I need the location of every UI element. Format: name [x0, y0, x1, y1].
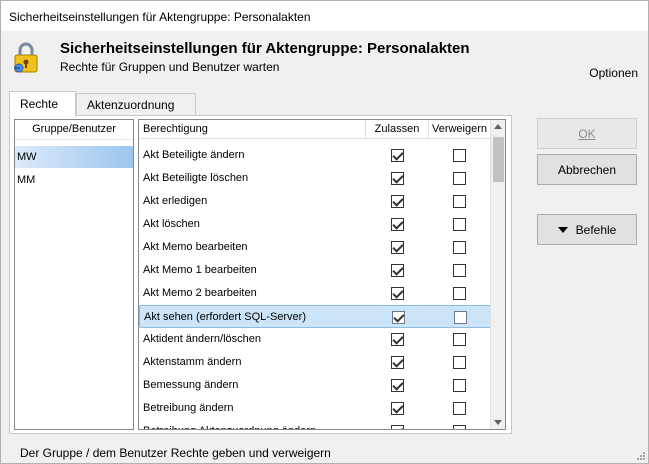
- header-title: Sicherheitseinstellungen für Aktengruppe…: [60, 40, 470, 57]
- title-bar: Sicherheitseinstellungen für Aktengruppe…: [1, 1, 648, 32]
- allow-checkbox[interactable]: [391, 333, 404, 346]
- deny-checkbox[interactable]: [453, 195, 466, 208]
- scroll-down-arrow-icon[interactable]: [494, 420, 502, 425]
- permission-label: Betreibung ändern: [143, 402, 234, 414]
- dropdown-triangle-icon: [557, 226, 568, 233]
- status-bar: Der Gruppe / dem Benutzer Rechte geben u…: [1, 441, 648, 463]
- deny-checkbox[interactable]: [453, 264, 466, 277]
- permission-label: Betreibung Aktenzuordnung ändern: [143, 425, 316, 429]
- permission-label: Akt Beteiligte ändern: [143, 149, 245, 161]
- allow-checkbox[interactable]: [391, 218, 404, 231]
- table-row[interactable]: Akt Memo bearbeiten: [139, 236, 491, 259]
- permission-label: Aktident ändern/löschen: [143, 333, 262, 345]
- deny-checkbox[interactable]: [453, 149, 466, 162]
- deny-checkbox[interactable]: [453, 402, 466, 415]
- deny-checkbox[interactable]: [453, 218, 466, 231]
- permission-label: Akt erledigen: [143, 195, 208, 207]
- column-header-zulassen[interactable]: Zulassen: [366, 120, 429, 139]
- commands-button-label: Befehle: [575, 223, 617, 237]
- group-user-list: Gruppe/Benutzer MW MM: [14, 119, 134, 430]
- table-row[interactable]: Akt Beteiligte ändern: [139, 144, 491, 167]
- allow-checkbox[interactable]: [391, 241, 404, 254]
- allow-checkbox[interactable]: [391, 402, 404, 415]
- deny-checkbox[interactable]: [453, 379, 466, 392]
- deny-checkbox[interactable]: [453, 172, 466, 185]
- table-row[interactable]: Akt sehen (erfordert SQL-Server): [139, 305, 491, 328]
- scroll-up-arrow-icon[interactable]: [494, 124, 502, 129]
- permission-label: Akt löschen: [143, 218, 200, 230]
- column-header-berechtigung[interactable]: Berechtigung: [139, 120, 366, 139]
- vertical-scrollbar[interactable]: [490, 120, 505, 429]
- allow-checkbox[interactable]: [391, 264, 404, 277]
- deny-checkbox[interactable]: [453, 287, 466, 300]
- window-title: Sicherheitseinstellungen für Aktengruppe…: [9, 10, 311, 24]
- scroll-thumb[interactable]: [493, 137, 504, 182]
- resize-grip-icon[interactable]: [635, 450, 645, 460]
- table-row[interactable]: Akt erledigen: [139, 190, 491, 213]
- allow-checkbox[interactable]: [392, 311, 405, 324]
- commands-button[interactable]: Befehle: [537, 214, 637, 245]
- permission-label: Akt sehen (erfordert SQL-Server): [144, 311, 307, 323]
- permission-label: Akt Beteiligte löschen: [143, 172, 249, 184]
- table-row[interactable]: Bemessung ändern: [139, 374, 491, 397]
- list-item-group[interactable]: MM: [15, 169, 133, 191]
- table-row[interactable]: Akt Memo 2 bearbeiten: [139, 282, 491, 305]
- permission-table: Berechtigung Zulassen Verweigern Akt Bet…: [138, 119, 506, 430]
- dialog-window: Sicherheitseinstellungen für Aktengruppe…: [0, 0, 649, 464]
- deny-checkbox[interactable]: [453, 356, 466, 369]
- group-list-header: Gruppe/Benutzer: [15, 120, 133, 140]
- lock-key-icon: [14, 42, 38, 73]
- list-item-group[interactable]: MW: [15, 146, 133, 168]
- table-row[interactable]: Betreibung Aktenzuordnung ändern: [139, 420, 491, 429]
- allow-checkbox[interactable]: [391, 356, 404, 369]
- allow-checkbox[interactable]: [391, 379, 404, 392]
- permission-label: Akt Memo 1 bearbeiten: [143, 264, 257, 276]
- dialog-header: Sicherheitseinstellungen für Aktengruppe…: [1, 32, 648, 86]
- tab-rechte[interactable]: Rechte: [9, 91, 76, 117]
- allow-checkbox[interactable]: [391, 172, 404, 185]
- table-row[interactable]: Betreibung ändern: [139, 397, 491, 420]
- header-subtitle: Rechte für Gruppen und Benutzer warten: [60, 60, 280, 74]
- permission-label: Akt Memo bearbeiten: [143, 241, 248, 253]
- cancel-button[interactable]: Abbrechen: [537, 154, 637, 185]
- status-text: Der Gruppe / dem Benutzer Rechte geben u…: [20, 446, 331, 460]
- allow-checkbox[interactable]: [391, 425, 404, 429]
- deny-checkbox[interactable]: [453, 241, 466, 254]
- column-header-verweigern[interactable]: Verweigern: [429, 120, 491, 139]
- allow-checkbox[interactable]: [391, 195, 404, 208]
- deny-checkbox[interactable]: [453, 333, 466, 346]
- table-row[interactable]: Akt löschen: [139, 213, 491, 236]
- tab-aktenzuordnung[interactable]: Aktenzuordnung: [76, 93, 196, 115]
- allow-checkbox[interactable]: [391, 287, 404, 300]
- ok-button-label: OK: [578, 127, 596, 141]
- table-row[interactable]: Aktident ändern/löschen: [139, 328, 491, 351]
- table-row[interactable]: Akt Beteiligte löschen: [139, 167, 491, 190]
- deny-checkbox[interactable]: [453, 425, 466, 429]
- permission-label: Akt Memo 2 bearbeiten: [143, 287, 257, 299]
- options-link[interactable]: Optionen: [589, 66, 638, 80]
- ok-button[interactable]: OK: [537, 118, 637, 149]
- table-row[interactable]: Aktenstamm ändern: [139, 351, 491, 374]
- allow-checkbox[interactable]: [391, 149, 404, 162]
- deny-checkbox[interactable]: [454, 311, 467, 324]
- permission-label: Bemessung ändern: [143, 379, 239, 391]
- table-row[interactable]: Akt Memo 1 bearbeiten: [139, 259, 491, 282]
- permission-label: Aktenstamm ändern: [143, 356, 242, 368]
